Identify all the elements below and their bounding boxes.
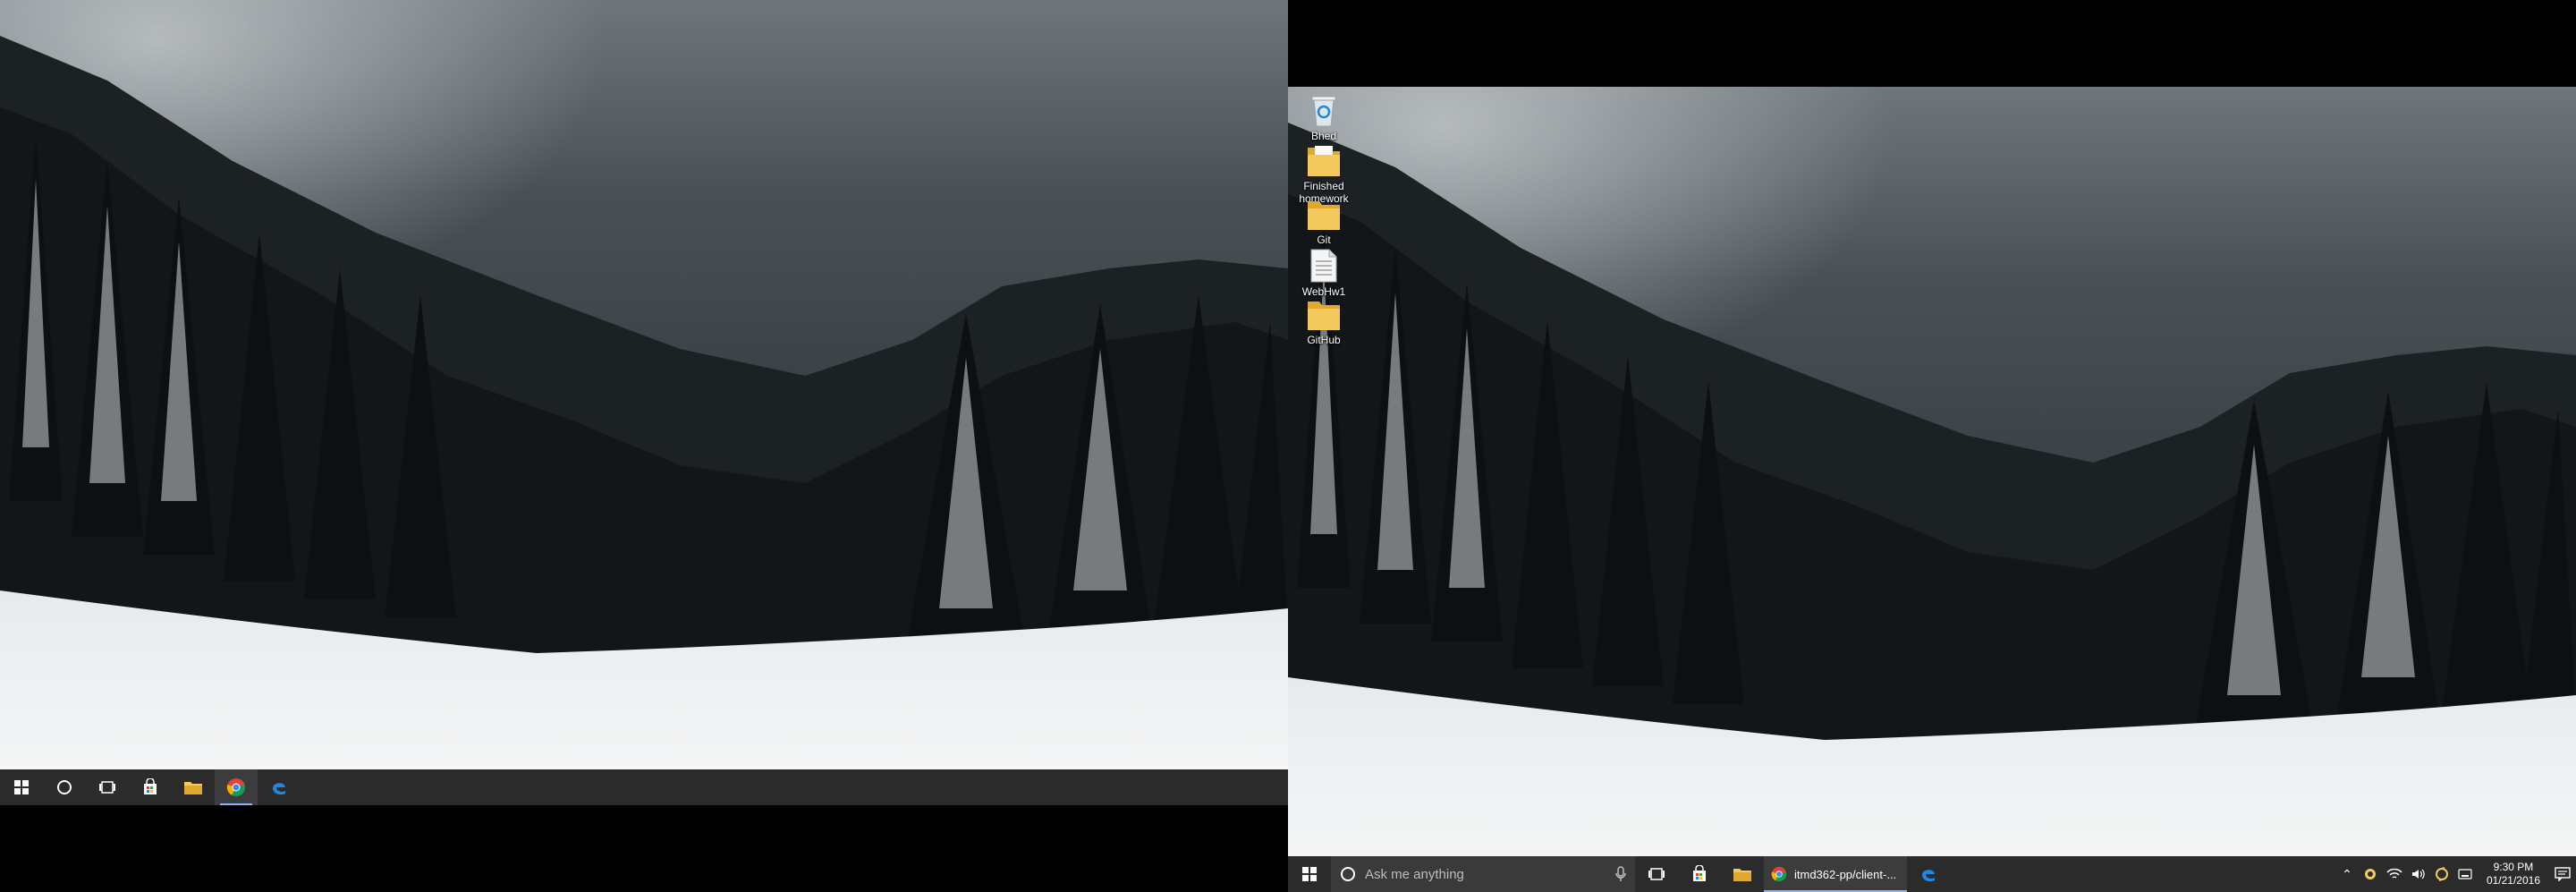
chrome-icon: [1771, 866, 1787, 882]
taskbar-right: Ask me anything itmd362-pp/client-... ⌃: [1288, 856, 2576, 892]
cortana-search-box[interactable]: Ask me anything: [1331, 856, 1635, 892]
chrome-button[interactable]: [215, 769, 258, 805]
store-button[interactable]: [1678, 856, 1721, 892]
search-placeholder: Ask me anything: [1365, 866, 1464, 882]
desktop-icon-webhw1[interactable]: WebHw1: [1292, 248, 1356, 298]
task-view-button[interactable]: [86, 769, 129, 805]
edge-icon: [1922, 870, 1935, 882]
wallpaper-right: [1288, 87, 2576, 856]
cortana-circle-icon: [1341, 867, 1355, 881]
windows-icon: [14, 780, 29, 794]
wallpaper-left: [0, 0, 1288, 769]
edge-button[interactable]: [1907, 856, 1950, 892]
keyboard-icon[interactable]: [2458, 868, 2472, 880]
document-icon: [1310, 249, 1337, 283]
cortana-button[interactable]: [43, 769, 86, 805]
folder-icon: [1308, 302, 1340, 330]
folder-icon: [1308, 146, 1340, 176]
windows-icon: [1302, 867, 1317, 881]
task-view-icon: [1648, 868, 1665, 880]
start-button[interactable]: [0, 769, 43, 805]
clock-time: 9:30 PM: [2493, 861, 2534, 873]
file-explorer-button[interactable]: [1721, 856, 1764, 892]
folder-icon: [1308, 201, 1340, 230]
store-bag-icon: [144, 778, 157, 794]
taskbar-left: [0, 769, 1288, 805]
recycle-bin-icon: [1311, 96, 1336, 127]
tray-app-icon[interactable]: [2363, 867, 2377, 881]
desktop-icon-label: Bhed: [1310, 130, 1337, 142]
chevron-up-icon[interactable]: ⌃: [2340, 867, 2354, 882]
start-button[interactable]: [1288, 856, 1331, 892]
microphone-icon[interactable]: [1615, 866, 1626, 882]
wifi-icon[interactable]: [2386, 868, 2402, 880]
desktop-icon-recycle-bin[interactable]: Bhed: [1292, 92, 1356, 142]
desktop-icon-label: Git: [1317, 234, 1331, 246]
system-tray: ⌃ 9:30 PM 01/21/2016: [2340, 856, 2576, 892]
store-button[interactable]: [129, 769, 172, 805]
desktop-icon-git[interactable]: Git: [1292, 198, 1356, 246]
clock-date: 01/21/2016: [2486, 874, 2540, 887]
task-view-button[interactable]: [1635, 856, 1678, 892]
desktop-icon-github[interactable]: GitHub: [1292, 298, 1356, 346]
sync-icon[interactable]: [2435, 867, 2449, 881]
monitor-left: [0, 0, 1288, 805]
chrome-taskbar-app[interactable]: itmd362-pp/client-...: [1764, 856, 1907, 892]
task-view-icon: [99, 781, 115, 794]
desktop-icon-label: GitHub: [1307, 334, 1341, 346]
folder-icon: [184, 782, 202, 794]
clock[interactable]: 9:30 PM 01/21/2016: [2481, 861, 2546, 888]
edge-icon: [273, 783, 285, 795]
action-center-icon[interactable]: [2555, 867, 2571, 881]
chrome-icon: [226, 778, 245, 797]
edge-button[interactable]: [258, 769, 301, 805]
volume-icon[interactable]: [2411, 868, 2426, 880]
file-explorer-button[interactable]: [172, 769, 215, 805]
chrome-window-title: itmd362-pp/client-...: [1794, 867, 1897, 881]
desktop-icon-finished-homework[interactable]: Finished homework: [1292, 144, 1356, 205]
store-bag-icon: [1693, 865, 1706, 881]
cortana-circle-icon: [57, 780, 72, 794]
desktop-icon-label: WebHw1: [1301, 285, 1346, 298]
folder-icon: [1733, 869, 1751, 881]
monitor-right: Bhed Finished homework Git WebHw1 GitHub…: [1288, 87, 2576, 892]
